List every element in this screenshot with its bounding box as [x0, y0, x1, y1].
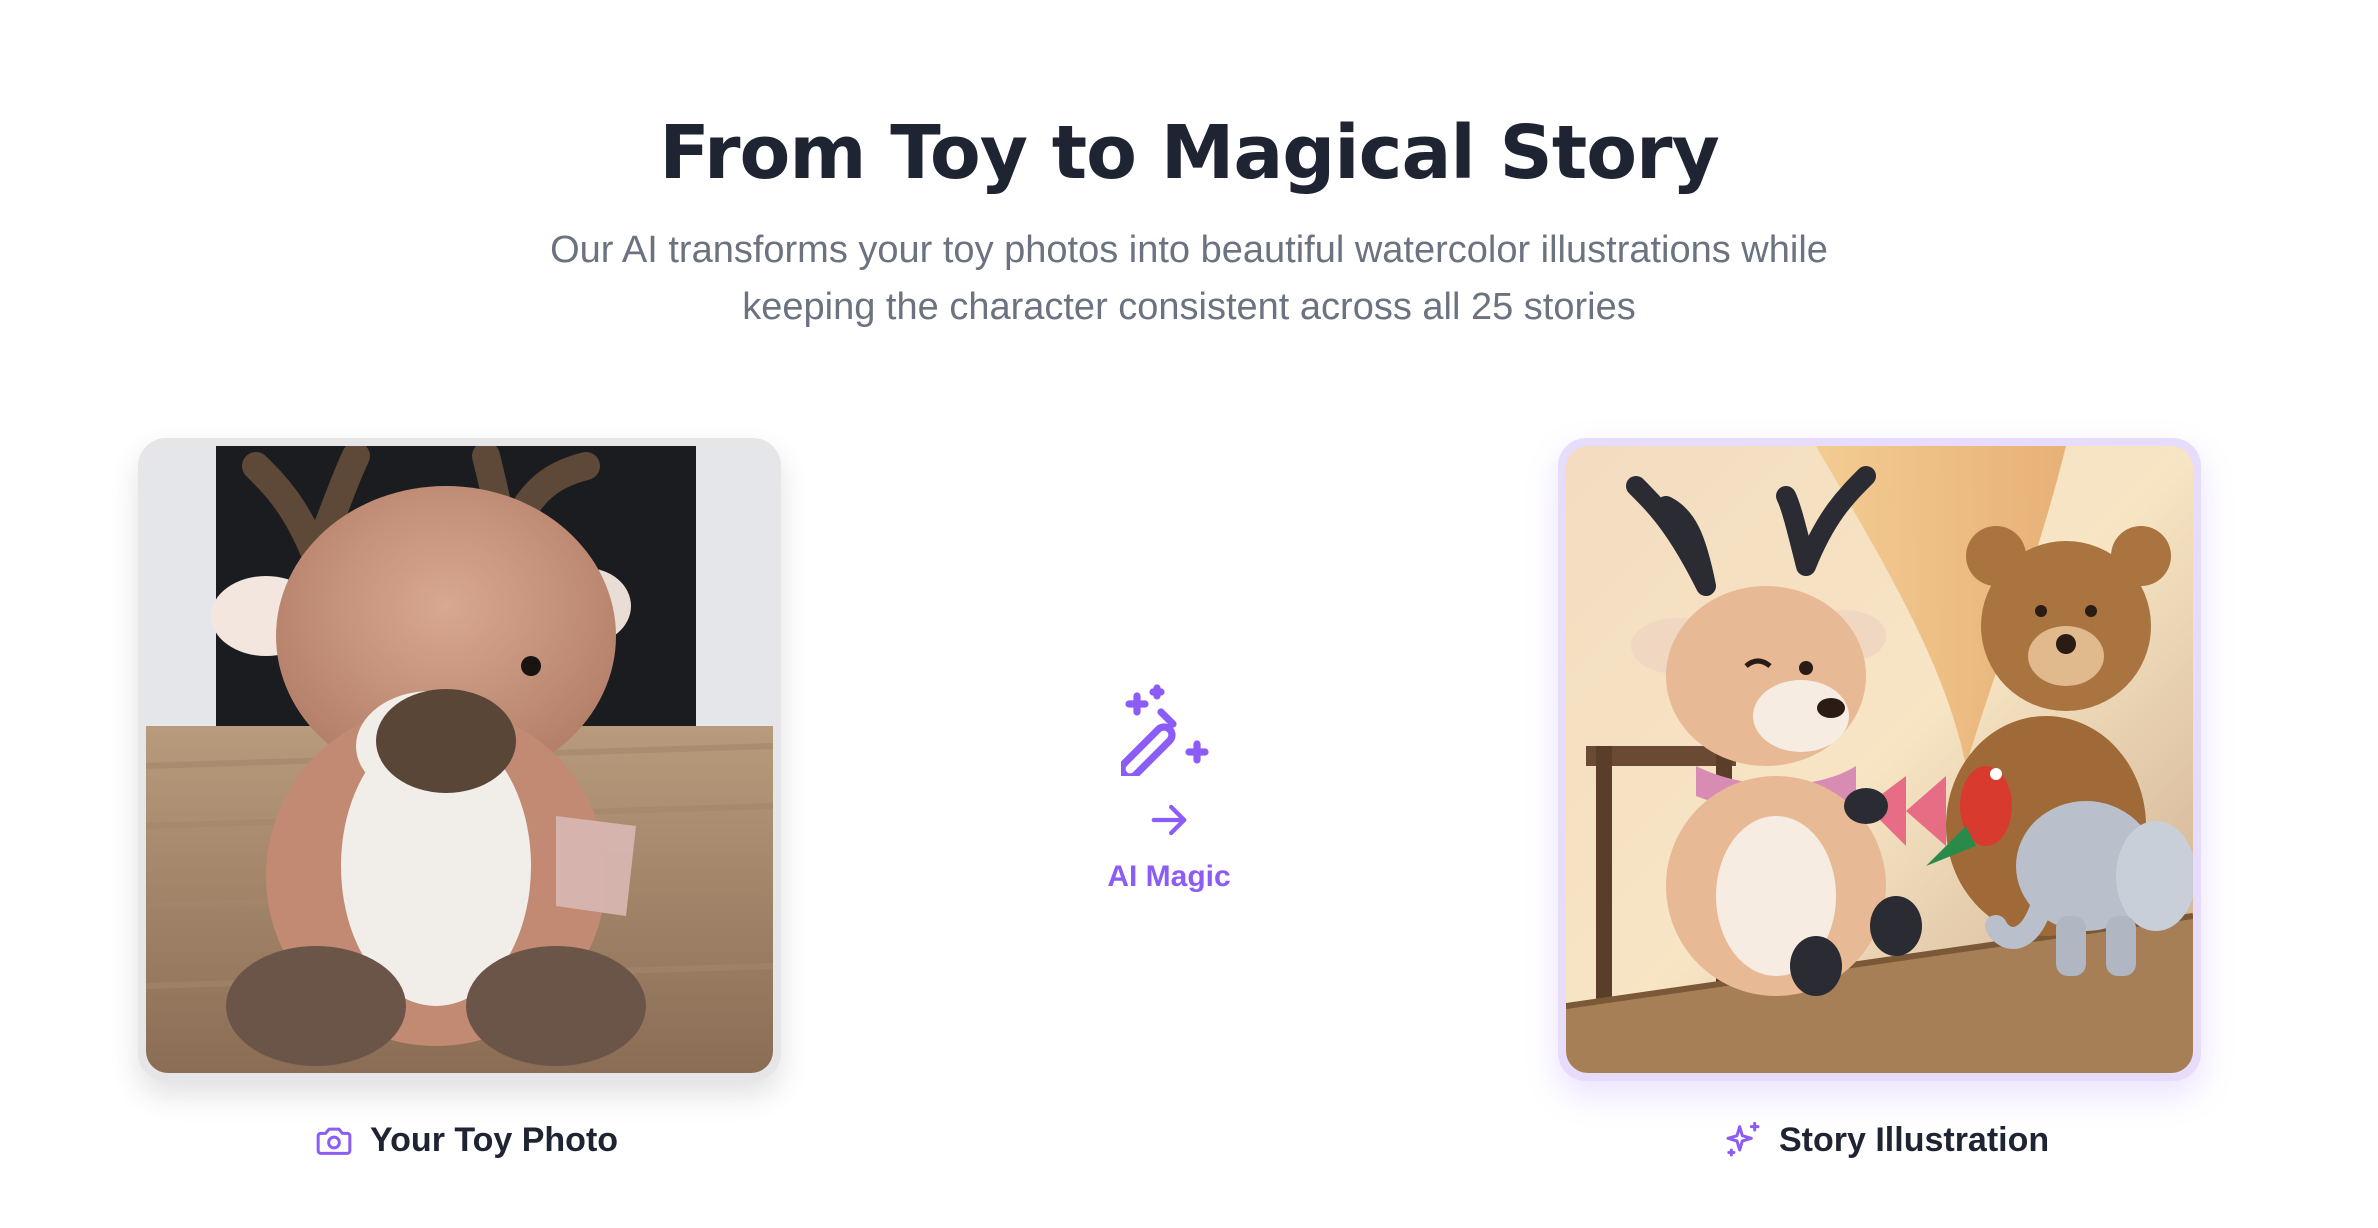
story-illustration-label-text: Story Illustration [1779, 1120, 2050, 1159]
story-illustration-card [1558, 438, 2201, 1081]
ai-magic-caption: AI Magic [1107, 860, 1231, 893]
toy-photo-label: Your Toy Photo [314, 1114, 618, 1166]
watercolor-illustration [1566, 446, 2193, 1073]
camera-icon [314, 1120, 354, 1160]
arrow-right-icon [1151, 804, 1187, 836]
ai-magic-indicator: AI Magic [1069, 680, 1269, 894]
subtitle-line-2: keeping the character consistent across … [742, 286, 1636, 328]
sparkles-icon [1723, 1120, 1763, 1160]
subtitle-line-1: Our AI transforms your toy photos into b… [550, 229, 1828, 271]
toy-photo-label-text: Your Toy Photo [370, 1120, 619, 1159]
section-title: From Toy to Magical Story [659, 110, 1720, 196]
plush-reindeer-photo [146, 446, 773, 1073]
section-subtitle: Our AI transforms your toy photos into b… [489, 222, 1889, 336]
story-illustration-label: Story Illustration [1723, 1114, 2049, 1166]
toy-photo-card [138, 438, 781, 1081]
story-illustration-image [1566, 446, 2193, 1073]
toy-to-story-section: From Toy to Magical Story Our AI transfo… [0, 0, 2378, 1228]
magic-wand-icon [1121, 684, 1209, 776]
toy-photo-image [146, 446, 773, 1073]
